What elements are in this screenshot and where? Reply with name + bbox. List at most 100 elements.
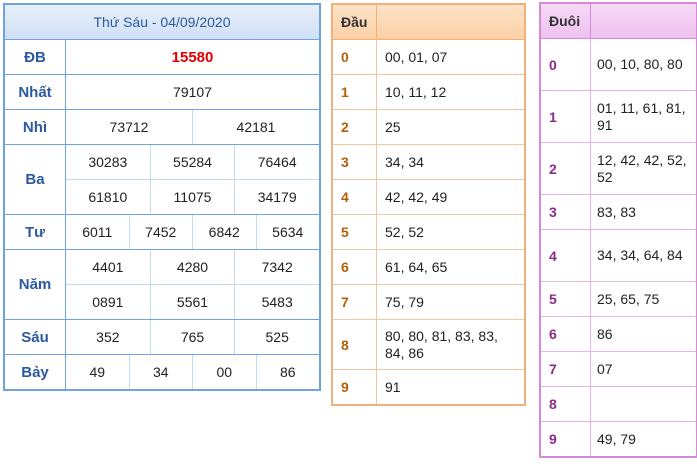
dau-header-label: Đầu <box>333 5 377 39</box>
prize-line: 79107 <box>66 75 319 109</box>
prize-label: Sáu <box>5 320 66 354</box>
prize-line: 4401 4280 7342 <box>66 250 319 284</box>
duoi-values: 49, 79 <box>597 430 636 447</box>
prize-values: 4401 4280 7342 0891 5561 5483 <box>66 250 319 319</box>
duoi-values: 86 <box>597 325 613 342</box>
prize-values: 73712 42181 <box>66 110 319 144</box>
dau-header-values <box>377 5 524 39</box>
prize-values: 352 765 525 <box>66 320 319 354</box>
prize-line: 15580 <box>66 40 319 74</box>
prize-line: 30283 55284 76464 <box>66 145 319 179</box>
dau-row: 2 25 <box>333 110 524 145</box>
prize-row: Tư 6011 7452 6842 5634 <box>5 215 319 250</box>
prize-number: 5561 <box>149 285 235 319</box>
prize-line: 61810 11075 34179 <box>66 179 319 214</box>
dau-digit: 2 <box>333 110 377 144</box>
duoi-values: 07 <box>597 360 613 377</box>
duoi-table: Đuôi 0 00, 10, 80, 80 1 01, 11, 61, 81, 91 2… <box>539 2 697 458</box>
prize-number: 49 <box>89 364 106 380</box>
prize-number: 6842 <box>192 215 256 249</box>
prize-label: Ba <box>5 145 66 214</box>
duoi-row: 3 83, 83 <box>541 195 696 230</box>
dau-row: 9 91 <box>333 370 524 404</box>
duoi-digit: 7 <box>541 352 591 386</box>
dau-row: 1 10, 11, 12 <box>333 75 524 110</box>
dau-values: 91 <box>385 378 401 395</box>
prize-number: 11075 <box>149 180 235 214</box>
prize-line: 0891 5561 5483 <box>66 284 319 319</box>
dau-values: 75, 79 <box>385 293 424 310</box>
dau-digit: 7 <box>333 285 377 319</box>
duoi-row: 9 49, 79 <box>541 422 696 456</box>
duoi-header-values <box>591 4 696 38</box>
prize-values: 15580 <box>66 40 319 74</box>
prize-number: 42181 <box>192 110 319 144</box>
dau-digit: 0 <box>333 40 377 74</box>
duoi-row: 8 <box>541 387 696 422</box>
prize-row: Nhất 79107 <box>5 75 319 110</box>
prize-row: Bảy 49 34 00 86 <box>5 355 319 389</box>
prize-number: 7342 <box>234 250 319 284</box>
prize-number: 73712 <box>109 119 149 135</box>
dau-digit: 3 <box>333 145 377 179</box>
dau-digit: 6 <box>333 250 377 284</box>
prize-label: Nhất <box>5 75 66 109</box>
duoi-row: 2 12, 42, 42, 52, 52 <box>541 143 696 195</box>
dau-values: 80, 80, 81, 83, 83, 84, 86 <box>385 327 498 361</box>
duoi-digit: 3 <box>541 195 591 229</box>
prize-label: Năm <box>5 250 66 319</box>
prize-label: Tư <box>5 215 66 249</box>
duoi-header: Đuôi <box>541 4 696 39</box>
dau-values: 00, 01, 07 <box>385 48 448 65</box>
prize-label: ĐB <box>5 40 66 74</box>
duoi-digit: 4 <box>541 230 591 281</box>
prize-values: 6011 7452 6842 5634 <box>66 215 319 249</box>
dau-row: 8 80, 80, 81, 83, 83, 84, 86 <box>333 320 524 370</box>
duoi-row: 4 34, 34, 64, 84 <box>541 230 696 282</box>
results-body: ĐB 15580 Nhất 79107 Nhì 73712 42181 Ba 30283 5528… <box>5 40 319 389</box>
prize-label: Nhì <box>5 110 66 144</box>
duoi-digit: 1 <box>541 91 591 142</box>
dau-digit: 8 <box>333 320 377 369</box>
dau-values: 34, 34 <box>385 153 424 170</box>
prize-number: 0891 <box>92 294 124 310</box>
duoi-digit: 2 <box>541 143 591 194</box>
dau-values: 61, 64, 65 <box>385 258 448 275</box>
results-title: Thứ Sáu - 04/09/2020 <box>5 5 319 40</box>
prize-number: 4401 <box>92 259 124 275</box>
prize-number: 765 <box>149 320 235 354</box>
prize-line: 73712 42181 <box>66 110 319 144</box>
prize-number: 76464 <box>234 145 319 179</box>
duoi-row: 5 25, 65, 75 <box>541 282 696 317</box>
prize-number: 7452 <box>128 215 193 249</box>
duoi-digit: 9 <box>541 422 591 456</box>
prize-number: 30283 <box>88 154 128 170</box>
prize-row: Năm 4401 4280 7342 0891 5561 5483 <box>5 250 319 320</box>
dau-digit: 4 <box>333 180 377 214</box>
dau-table: Đầu 0 00, 01, 07 1 10, 11, 12 2 25 3 34, 34 4 42,… <box>331 3 526 406</box>
duoi-values: 83, 83 <box>597 203 636 220</box>
dau-body: 0 00, 01, 07 1 10, 11, 12 2 25 3 34, 34 4 42, 42,… <box>333 40 524 404</box>
dau-row: 7 75, 79 <box>333 285 524 320</box>
duoi-body: 0 00, 10, 80, 80 1 01, 11, 61, 81, 91 2 12, 4… <box>541 39 696 456</box>
dau-row: 4 42, 42, 49 <box>333 180 524 215</box>
prize-number: 6011 <box>82 224 113 240</box>
dau-digit: 5 <box>333 215 377 249</box>
dau-digit: 1 <box>333 75 377 109</box>
prize-line: 49 34 00 86 <box>66 355 319 389</box>
prize-number: 525 <box>234 320 319 354</box>
prize-values: 49 34 00 86 <box>66 355 319 389</box>
duoi-values: 00, 10, 80, 80 <box>597 56 683 72</box>
duoi-values <box>591 387 696 421</box>
prize-values: 79107 <box>66 75 319 109</box>
dau-values: 52, 52 <box>385 223 424 240</box>
duoi-digit: 8 <box>541 387 591 421</box>
duoi-values: 34, 34, 64, 84 <box>597 247 683 263</box>
prize-number: 5483 <box>234 285 319 319</box>
dau-digit: 9 <box>333 370 377 404</box>
duoi-digit: 0 <box>541 39 591 90</box>
dau-values: 25 <box>385 118 401 135</box>
duoi-digit: 6 <box>541 317 591 351</box>
duoi-values: 01, 11, 61, 81, 91 <box>597 99 686 133</box>
prize-number: 61810 <box>88 189 128 205</box>
